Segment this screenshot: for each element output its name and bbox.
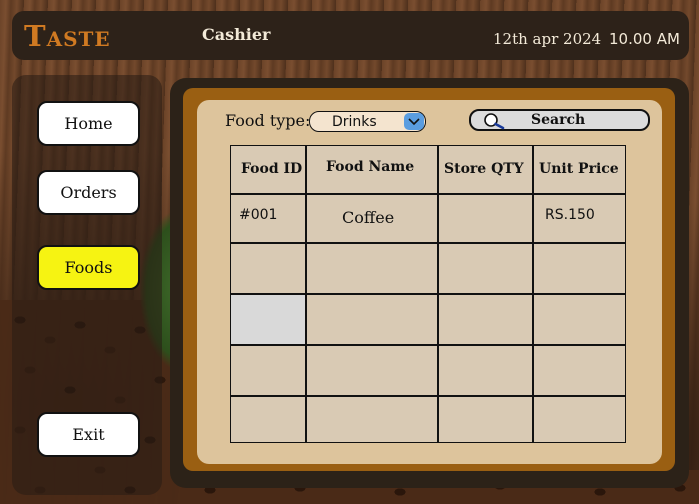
cell-value: #001 (239, 207, 278, 223)
home-button[interactable]: Home (37, 101, 140, 146)
table-cell (230, 396, 306, 443)
search-icon (484, 113, 505, 130)
top-bar: Taste Cashier 12th apr 2024 10.00 AM (12, 11, 689, 60)
table-cell: #001 (230, 194, 306, 243)
table-cell (438, 345, 533, 396)
table-cell (306, 243, 438, 294)
table-cell (533, 345, 626, 396)
column-header-store-qty: Store QTY (438, 145, 533, 194)
table-cell (438, 396, 533, 443)
table-cell (438, 294, 533, 345)
chevron-down-icon[interactable] (404, 113, 424, 130)
table-cell: RS.150 (533, 194, 626, 243)
table-cell (306, 396, 438, 443)
column-header-label: Store QTY (444, 161, 524, 177)
table-cell (306, 294, 438, 345)
search-button[interactable]: Search (469, 109, 650, 131)
column-header-unit-price: Unit Price (533, 145, 626, 194)
table-cell (438, 243, 533, 294)
search-label: Search (531, 112, 586, 128)
table-cell: Coffee (306, 194, 438, 243)
column-header-label: Food Name (326, 159, 415, 175)
table-cell (306, 345, 438, 396)
column-header-food-name: Food Name (306, 145, 438, 194)
food-type-label: Food type: (225, 111, 311, 130)
food-type-select[interactable]: Drinks (309, 111, 426, 132)
table-cell (438, 194, 533, 243)
user-role: Cashier (202, 25, 271, 44)
column-header-label: Unit Price (539, 161, 619, 177)
cell-value: RS.150 (545, 207, 595, 223)
column-header-label: Food ID (241, 161, 303, 177)
table-cell (230, 345, 306, 396)
food-type-value: Drinks (332, 114, 377, 130)
table-cell (230, 243, 306, 294)
column-header-food-id: Food ID (230, 145, 306, 194)
orders-button[interactable]: Orders (37, 170, 140, 215)
exit-button[interactable]: Exit (37, 412, 140, 457)
cell-value: Coffee (342, 208, 395, 227)
current-date: 12th apr 2024 (493, 30, 602, 48)
table-cell (533, 243, 626, 294)
table-cell (230, 294, 306, 345)
app-logo: Taste (24, 19, 111, 53)
table-cell (533, 294, 626, 345)
current-time: 10.00 AM (609, 30, 680, 48)
table-cell (533, 396, 626, 443)
foods-button[interactable]: Foods (37, 245, 140, 290)
